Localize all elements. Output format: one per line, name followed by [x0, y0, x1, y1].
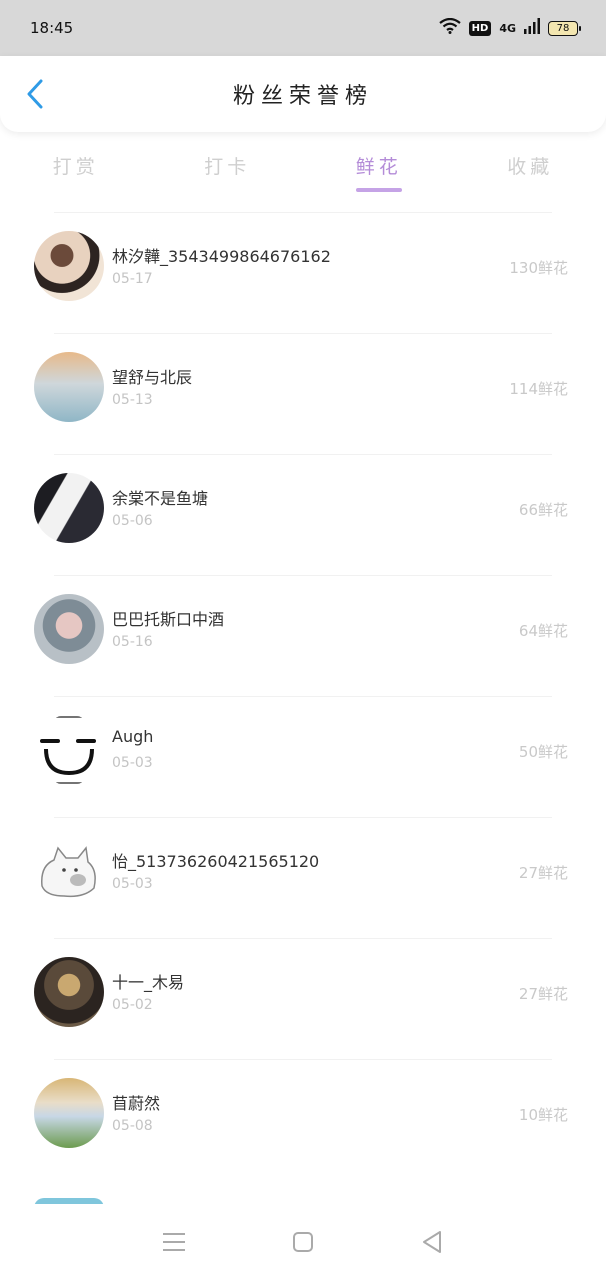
- battery-level: 78: [556, 22, 570, 34]
- fan-name: Augh: [112, 727, 154, 746]
- flower-count: 50鲜花: [518, 743, 568, 761]
- status-icons: HD 4G 78: [438, 17, 581, 38]
- fan-name: 余棠不是鱼塘: [112, 489, 209, 508]
- fan-row[interactable]: 望舒与北辰 05-13 114鲜花: [34, 334, 568, 455]
- list-item: Augh 05-03 50鲜花: [34, 696, 568, 817]
- menu-icon: [163, 1233, 186, 1251]
- avatar: [34, 231, 104, 301]
- tab-reward[interactable]: 打赏: [0, 140, 152, 196]
- fan-row[interactable]: Augh 05-03 50鲜花: [34, 697, 568, 818]
- fan-row[interactable]: 苜蔚然 05-08 10鲜花: [34, 1060, 568, 1181]
- fan-name: 十一_木易: [112, 973, 185, 992]
- flower-count: 10鲜花: [518, 1106, 568, 1124]
- fan-date: 05-16: [112, 634, 153, 650]
- list-item: 余棠不是鱼塘 05-06 66鲜花: [34, 454, 568, 575]
- avatar: [34, 473, 104, 543]
- avatar: [34, 594, 104, 664]
- fan-name: 林汐韡_3543499864676162: [112, 247, 331, 266]
- flower-count: 66鲜花: [518, 501, 568, 519]
- status-time: 18:45: [30, 19, 74, 37]
- square-icon: [292, 1232, 313, 1252]
- fan-date: 05-02: [112, 997, 153, 1013]
- avatar: [34, 715, 104, 785]
- flower-count: 114鲜花: [509, 380, 568, 398]
- status-bar: 18:45 HD 4G 78: [0, 0, 606, 56]
- signal-icon: [524, 18, 540, 38]
- fan-row[interactable]: 十一_木易 05-02 27鲜花: [34, 939, 568, 1060]
- fan-name: 巴巴托斯口中酒: [112, 610, 225, 629]
- list-item: 望舒与北辰 05-13 114鲜花: [34, 333, 568, 454]
- system-nav-bar: [0, 1204, 606, 1280]
- triangle-back-icon: [422, 1231, 441, 1253]
- fan-date: 05-03: [112, 755, 153, 771]
- flower-count: 27鲜花: [518, 864, 568, 882]
- tab-bar: 打赏 打卡 鲜花 收藏: [0, 140, 606, 196]
- fan-list: 林汐韡_3543499864676162 05-17 130鲜花 望舒与北辰 0…: [0, 212, 606, 1180]
- fan-date: 05-06: [112, 513, 153, 529]
- tab-favorites[interactable]: 收藏: [455, 140, 606, 196]
- fan-name: 望舒与北辰: [112, 368, 193, 387]
- tab-checkin[interactable]: 打卡: [152, 140, 304, 196]
- menu-button[interactable]: [156, 1224, 192, 1260]
- avatar: [34, 957, 104, 1027]
- fan-name: 苜蔚然: [112, 1094, 161, 1113]
- fan-date: 05-13: [112, 392, 153, 408]
- list-item: 林汐韡_3543499864676162 05-17 130鲜花: [34, 212, 568, 333]
- avatar: [34, 836, 104, 906]
- list-item: 怡_513736260421565120 05-03 27鲜花: [34, 817, 568, 938]
- fan-date: 05-08: [112, 1118, 153, 1134]
- fan-row[interactable]: 巴巴托斯口中酒 05-16 64鲜花: [34, 576, 568, 697]
- network-label: 4G: [499, 21, 516, 35]
- page-title: 粉丝荣誉榜: [232, 84, 373, 109]
- flower-count: 64鲜花: [518, 622, 568, 640]
- flower-count: 130鲜花: [509, 259, 568, 277]
- list-item: 巴巴托斯口中酒 05-16 64鲜花: [34, 575, 568, 696]
- back-nav-button[interactable]: [414, 1224, 450, 1260]
- fan-date: 05-17: [112, 271, 153, 287]
- chevron-left-icon: [27, 79, 43, 109]
- fan-row[interactable]: 余棠不是鱼塘 05-06 66鲜花: [34, 455, 568, 576]
- list-item: 苜蔚然 05-08 10鲜花: [34, 1059, 568, 1180]
- avatar: [34, 352, 104, 422]
- flower-count: 27鲜花: [518, 985, 568, 1003]
- page-header: 粉丝荣誉榜: [0, 56, 606, 132]
- list-item: 十一_木易 05-02 27鲜花: [34, 938, 568, 1059]
- wifi-icon: [438, 17, 461, 38]
- fan-date: 05-03: [112, 876, 153, 892]
- home-button[interactable]: [285, 1224, 321, 1260]
- battery-icon: 78: [548, 20, 581, 36]
- hd-badge: HD: [468, 20, 492, 36]
- fan-row[interactable]: 林汐韡_3543499864676162 05-17 130鲜花: [34, 213, 568, 334]
- tab-flowers[interactable]: 鲜花: [303, 140, 455, 196]
- fan-name: 怡_513736260421565120: [112, 852, 320, 871]
- avatar: [34, 1078, 104, 1148]
- back-button[interactable]: [18, 76, 52, 112]
- fan-row[interactable]: 怡_513736260421565120 05-03 27鲜花: [34, 818, 568, 939]
